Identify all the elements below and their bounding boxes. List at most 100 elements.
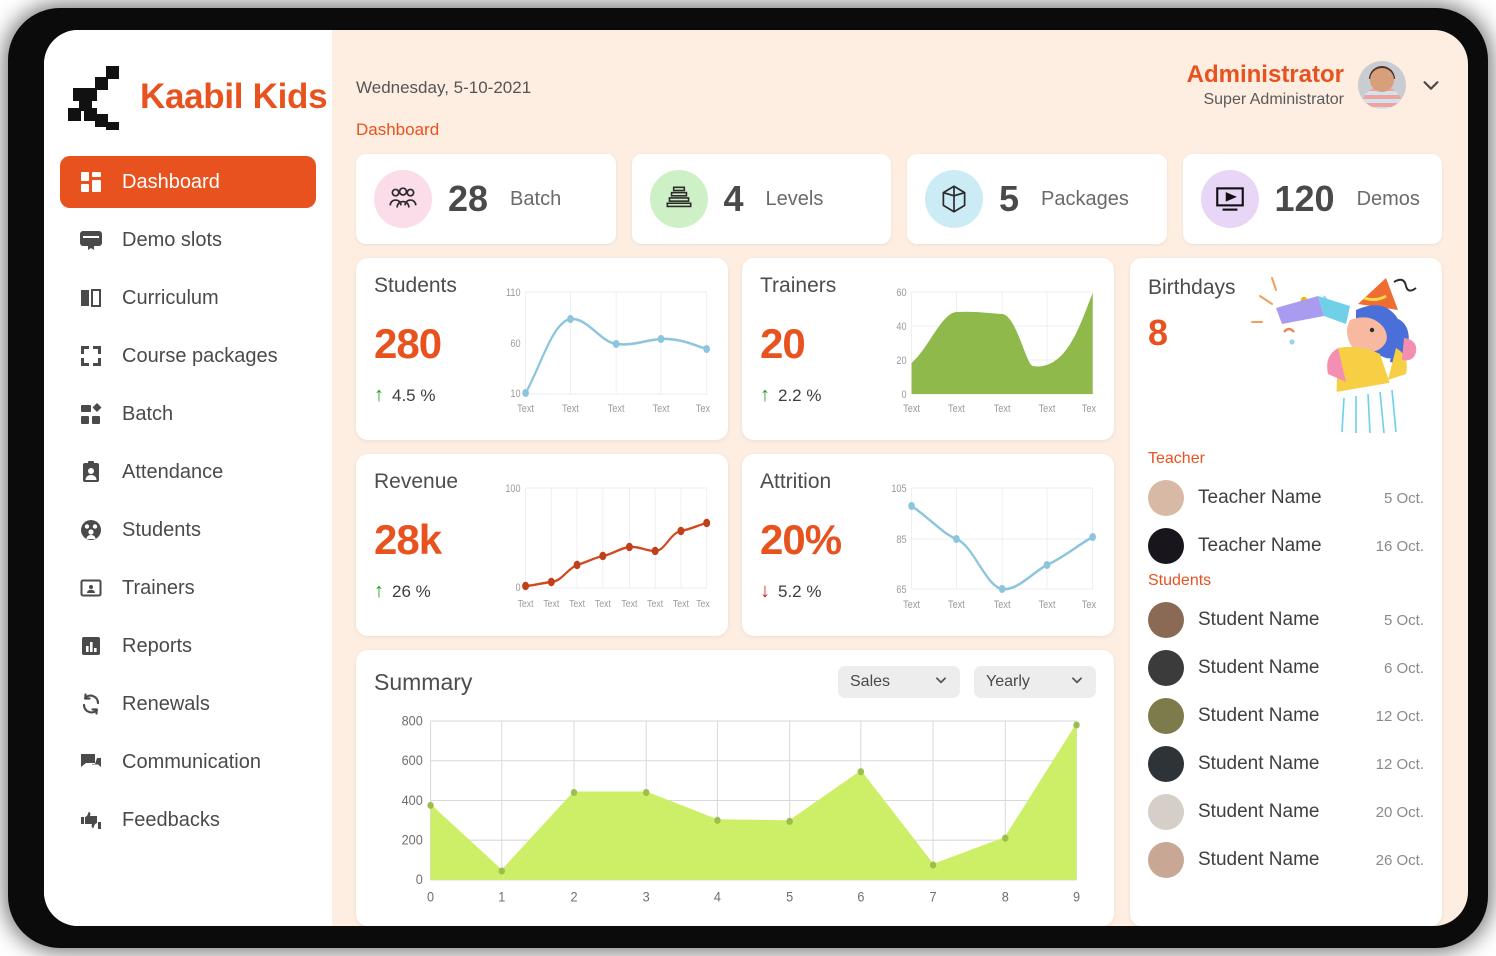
stat-value: 28k <box>374 516 442 563</box>
bar-chart-icon <box>78 633 104 659</box>
stat-title: Students <box>374 274 457 297</box>
kpi-card-batch[interactable]: 28 Batch <box>356 154 616 244</box>
list-item[interactable]: Student Name 12 Oct. <box>1148 692 1424 740</box>
main-content: Wednesday, 5-10-2021 Dashboard Administr… <box>332 30 1468 926</box>
video-icon <box>1200 170 1259 228</box>
kpi-strip: 28 Batch 4 Levels 5 Packages 120 Demos <box>356 154 1442 244</box>
svg-text:85: 85 <box>896 534 907 546</box>
kpi-value: 28 <box>448 178 489 219</box>
stat-card-trainers[interactable]: Trainers 20 ↑ 2.2 % 60 40 20 0 Text Text… <box>742 258 1114 440</box>
sidebar-item-feedbacks[interactable]: Feedbacks <box>60 794 316 846</box>
summary-card: Summary Sales Yearly 800 600 400 200 0 0… <box>356 650 1114 926</box>
sidebar-item-communication[interactable]: Communication <box>60 736 316 788</box>
period-select-value: Yearly <box>986 673 1030 690</box>
kpi-label: Levels <box>765 187 824 210</box>
stat-card-attrition[interactable]: Attrition 20% ↓ 5.2 % 105 85 65 Text Tex… <box>742 454 1114 636</box>
birthday-date: 12 Oct. <box>1375 755 1424 773</box>
sidebar-item-label: Batch <box>122 402 174 425</box>
sidebar-item-label: Dashboard <box>122 170 220 193</box>
birthday-date: 5 Oct. <box>1383 611 1424 629</box>
stat-value: 20% <box>760 516 842 563</box>
stat-delta-value: 5.2 % <box>778 581 822 601</box>
revenue-line-chart: 100 0 Text Text Text Text Text Text Text… <box>494 470 710 620</box>
user-menu[interactable]: Administrator Super Administrator <box>1187 56 1442 110</box>
teacher-group-label: Teacher <box>1148 450 1205 467</box>
sidebar-item-attendance[interactable]: Attendance <box>60 446 316 498</box>
list-item[interactable]: Student Name 5 Oct. <box>1148 596 1424 644</box>
sidebar-item-label: Students <box>122 518 201 541</box>
sidebar-item-reports[interactable]: Reports <box>60 620 316 672</box>
chat-icon <box>78 749 104 775</box>
sidebar-item-demo-slots[interactable]: Demo slots <box>60 214 316 266</box>
list-item[interactable]: Student Name 20 Oct. <box>1148 788 1424 836</box>
person-name: Student Name <box>1198 849 1320 870</box>
birthday-date: 6 Oct. <box>1383 659 1424 677</box>
teacher-birthday-list: Teacher Name 5 Oct. Teacher Name 16 Oct. <box>1148 474 1424 570</box>
list-item[interactable]: Student Name 12 Oct. <box>1148 740 1424 788</box>
current-date: Wednesday, 5-10-2021 <box>356 78 532 97</box>
sidebar-item-students[interactable]: Students <box>60 504 316 556</box>
svg-text:10: 10 <box>510 388 521 400</box>
avatar[interactable] <box>1358 61 1406 109</box>
stat-summary: Students 280 ↑ 4.5 % <box>374 274 494 424</box>
party-celebration-illustration-icon <box>1246 270 1436 435</box>
stat-summary: Attrition 20% ↓ 5.2 % <box>760 470 880 620</box>
birthday-date: 20 Oct. <box>1375 803 1424 821</box>
svg-text:Text: Text <box>595 598 611 610</box>
stat-summary: Revenue 28k ↑ 26 % <box>374 470 494 620</box>
kpi-card-packages[interactable]: 5 Packages <box>907 154 1167 244</box>
period-select[interactable]: Yearly <box>974 666 1096 698</box>
svg-text:0: 0 <box>416 872 423 888</box>
chevron-down-icon[interactable] <box>1420 74 1442 96</box>
stat-title: Trainers <box>760 274 837 297</box>
stat-card-students[interactable]: Students 280 ↑ 4.5 % 110 60 10 Text Text… <box>356 258 728 440</box>
list-item[interactable]: Student Name 26 Oct. <box>1148 836 1424 884</box>
list-item[interactable]: Teacher Name 16 Oct. <box>1148 522 1424 570</box>
avatar <box>1148 602 1184 638</box>
svg-text:200: 200 <box>402 832 423 848</box>
breadcrumb[interactable]: Dashboard <box>356 120 531 140</box>
person-name: Student Name <box>1198 753 1320 774</box>
birthday-date: 16 Oct. <box>1375 537 1424 555</box>
sidebar-item-label: Communication <box>122 750 261 773</box>
sidebar-item-dashboard[interactable]: Dashboard <box>60 156 316 208</box>
sidebar-item-course-packages[interactable]: Course packages <box>60 330 316 382</box>
svg-text:Text: Text <box>1082 403 1096 415</box>
avatar <box>1148 650 1184 686</box>
svg-text:65: 65 <box>896 584 907 596</box>
svg-text:Text: Text <box>647 598 663 610</box>
device-bezel: Kaabil Kids Dashboard Demo slots Curricu… <box>8 8 1488 948</box>
person-name: Student Name <box>1198 609 1320 630</box>
attendance-icon <box>78 459 104 485</box>
stat-delta-value: 2.2 % <box>778 385 822 405</box>
stat-title: Revenue <box>374 470 459 493</box>
sidebar-item-batch[interactable]: Batch <box>60 388 316 440</box>
kpi-label: Demos <box>1356 187 1420 210</box>
kpi-card-levels[interactable]: 4 Levels <box>631 154 891 244</box>
kpi-card-demos[interactable]: 120 Demos <box>1182 154 1442 244</box>
svg-text:600: 600 <box>402 752 423 768</box>
person-name: Student Name <box>1198 657 1320 678</box>
metric-select[interactable]: Sales <box>838 666 960 698</box>
stat-title: Attrition <box>760 470 832 493</box>
list-item[interactable]: Student Name 6 Oct. <box>1148 644 1424 692</box>
stat-value: 20 <box>760 320 806 367</box>
book-icon <box>78 285 104 311</box>
sidebar-nav: Dashboard Demo slots Curriculum Course p… <box>44 156 332 846</box>
sidebar-item-renewals[interactable]: Renewals <box>60 678 316 730</box>
brand-header: Kaabil Kids <box>44 30 332 156</box>
sidebar-item-trainers[interactable]: Trainers <box>60 562 316 614</box>
stat-card-revenue[interactable]: Revenue 28k ↑ 26 % 100 0 Text Text Text … <box>356 454 728 636</box>
svg-text:0: 0 <box>427 889 434 905</box>
list-item[interactable]: Teacher Name 5 Oct. <box>1148 474 1424 522</box>
person-name: Student Name <box>1198 705 1320 726</box>
svg-text:400: 400 <box>402 792 423 808</box>
arrow-up-icon: ↑ <box>760 384 770 406</box>
svg-text:Text: Text <box>621 598 637 610</box>
svg-text:60: 60 <box>510 338 521 350</box>
person-name: Teacher Name <box>1198 535 1322 556</box>
svg-text:Text: Text <box>903 403 920 415</box>
svg-text:110: 110 <box>506 287 521 299</box>
sidebar-item-curriculum[interactable]: Curriculum <box>60 272 316 324</box>
stat-delta: ↓ 5.2 % <box>760 580 880 603</box>
